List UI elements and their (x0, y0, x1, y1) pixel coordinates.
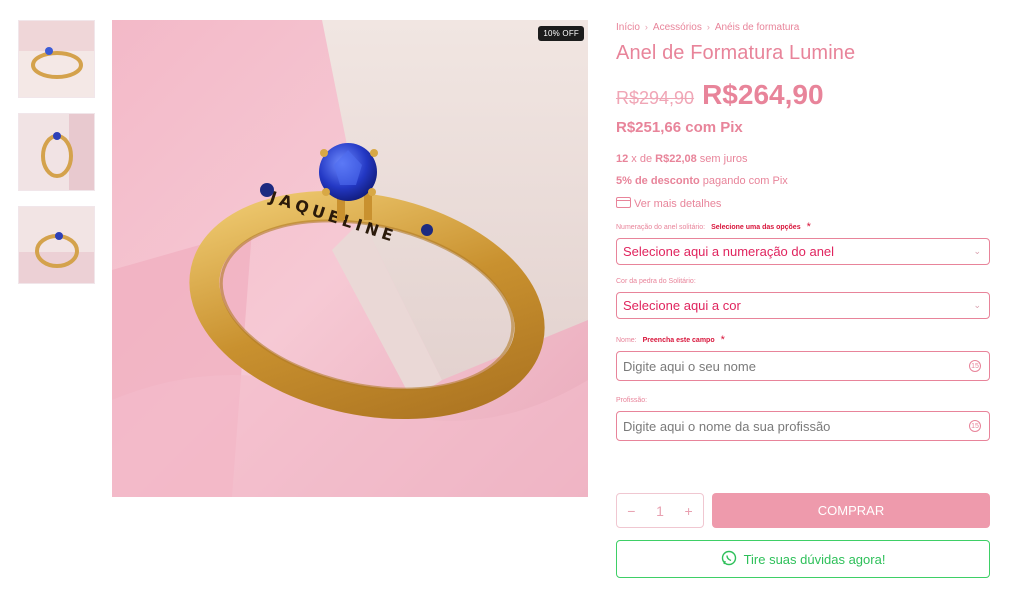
stone-color-select[interactable]: Selecione aqui a cor ⌄ (616, 292, 990, 319)
quantity-value[interactable]: 1 (656, 503, 664, 519)
required-asterisk: * (806, 221, 811, 233)
whatsapp-button[interactable]: Tire suas dúvidas agora! (616, 540, 990, 578)
thumbnail-2[interactable] (18, 113, 95, 191)
ring-size-label: Numeração do anel solitário: Selecione u… (616, 221, 991, 233)
quantity-stepper: − 1 + (616, 493, 704, 528)
character-counter: 15 (969, 420, 981, 432)
discount-highlight: 5% de desconto (616, 175, 700, 187)
more-details-label: Ver mais detalhes (634, 198, 722, 210)
breadcrumb: Início › Acessórios › Anéis de formatura (616, 20, 991, 34)
thumbnail-1[interactable] (18, 20, 95, 98)
name-label-text: Nome: (616, 336, 637, 344)
stone-color-select-value: Selecione aqui a cor (623, 298, 741, 313)
ring-thumbnail-image (19, 21, 94, 97)
increase-quantity-button[interactable]: + (685, 503, 693, 519)
buy-row: − 1 + COMPRAR (616, 493, 990, 528)
stone-color-label: Cor da pedra do Solitário: (616, 276, 991, 286)
ring-size-select-value: Selecione aqui a numeração do anel (623, 244, 835, 259)
chevron-right-icon: › (644, 22, 648, 32)
whatsapp-icon (721, 550, 737, 569)
profession-input[interactable] (623, 418, 969, 434)
whatsapp-label: Tire suas dúvidas agora! (743, 551, 886, 567)
pix-price: R$251,66 com Pix (616, 119, 743, 136)
product-info: Início › Acessórios › Anéis de formatura… (616, 20, 991, 578)
character-counter: 15 (969, 360, 981, 372)
decrease-quantity-button[interactable]: − (627, 503, 635, 519)
product-title: Anel de Formatura Lumine (616, 42, 856, 64)
ring-photo: JAQUELINE (112, 20, 588, 497)
profession-label: Profissão: (616, 395, 991, 405)
discount-badge: 10% OFF (538, 26, 584, 41)
buy-button[interactable]: COMPRAR (712, 493, 990, 528)
ring-thumbnail-image (19, 114, 94, 190)
stone-color-label-text: Cor da pedra do Solitário: (616, 277, 696, 285)
thumbnail-3[interactable] (18, 206, 95, 284)
breadcrumb-accessories[interactable]: Acessórios (653, 22, 702, 33)
installments-mid: x de (628, 153, 656, 165)
chevron-right-icon: › (706, 22, 710, 32)
profession-field[interactable]: 15 (616, 411, 990, 441)
required-asterisk: * (720, 334, 725, 346)
name-required-text: Preencha este campo (642, 336, 715, 344)
installments-value: R$22,08 (655, 153, 697, 165)
ring-size-required-text: Selecione uma das opções (711, 223, 801, 231)
main-product-image[interactable]: JAQUELINE 10% OFF (112, 20, 588, 497)
current-price: R$264,90 (702, 79, 824, 110)
pix-discount-info: 5% de desconto pagando com Pix (616, 175, 991, 187)
profession-label-text: Profissão: (616, 396, 648, 404)
installments-suffix: sem juros (696, 153, 748, 165)
breadcrumb-graduation-rings[interactable]: Anéis de formatura (715, 22, 800, 33)
thumbnail-list (18, 20, 95, 299)
discount-text: pagando com Pix (699, 175, 788, 187)
name-input[interactable] (623, 358, 969, 374)
price-row: R$294,90 R$264,90 (616, 79, 991, 111)
old-price: R$294,90 (616, 88, 695, 108)
credit-card-icon (616, 197, 631, 211)
more-details-link[interactable]: Ver mais detalhes (616, 197, 991, 211)
ring-size-label-text: Numeração do anel solitário: (616, 223, 706, 231)
chevron-down-icon: ⌄ (973, 300, 981, 310)
ring-thumbnail-image (19, 207, 94, 283)
breadcrumb-home[interactable]: Início (616, 22, 640, 33)
ring-size-select[interactable]: Selecione aqui a numeração do anel ⌄ (616, 238, 990, 265)
installments-count: 12 (616, 153, 629, 165)
installments-info: 12 x de R$22,08 sem juros (616, 153, 991, 165)
chevron-down-icon: ⌄ (973, 246, 981, 256)
name-field[interactable]: 15 (616, 351, 990, 381)
name-label: Nome: Preencha este campo * (616, 334, 991, 346)
